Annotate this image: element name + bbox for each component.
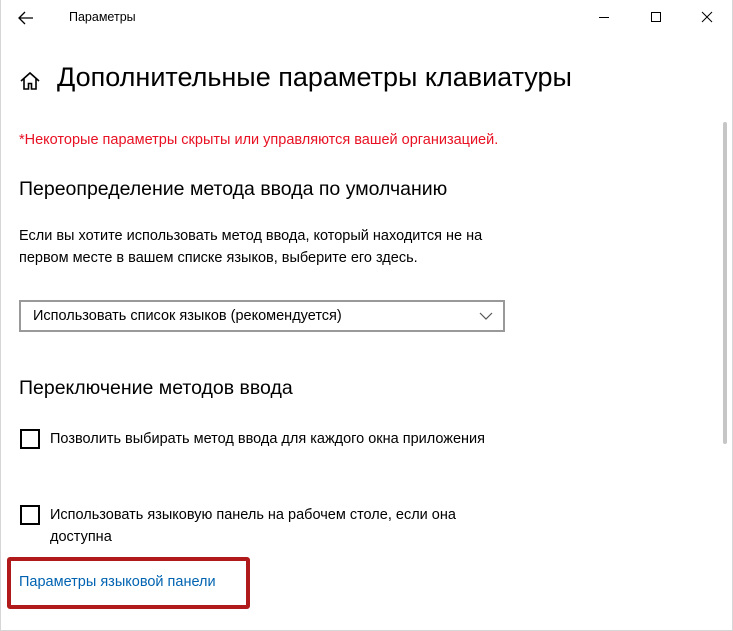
per-app-input-checkbox[interactable] — [20, 429, 40, 449]
language-bar-settings-link[interactable]: Параметры языковой панели — [19, 574, 216, 590]
close-button[interactable] — [684, 0, 730, 34]
settings-window: Параметры Дополнительные параметры клави… — [0, 0, 733, 631]
home-icon[interactable] — [19, 70, 41, 92]
window-title: Параметры — [69, 10, 136, 24]
language-bar-label[interactable]: Использовать языковую панель на рабочем … — [50, 504, 520, 548]
title-bar: Параметры — [1, 0, 733, 36]
override-description: Если вы хотите использовать метод ввода,… — [19, 228, 483, 266]
chevron-down-icon — [479, 312, 493, 320]
page-title: Дополнительные параметры клавиатуры — [57, 62, 572, 92]
close-icon — [701, 11, 713, 23]
maximize-button[interactable] — [633, 0, 679, 34]
language-bar-checkbox[interactable] — [20, 505, 40, 525]
organization-notice: *Некоторые параметры скрыты или управляю… — [19, 132, 499, 148]
input-method-dropdown[interactable]: Использовать список языков (рекомендуетс… — [19, 300, 505, 332]
scrollbar[interactable] — [723, 122, 727, 444]
override-section-title: Переопределение метода ввода по умолчани… — [19, 178, 448, 200]
maximize-icon — [651, 12, 661, 22]
dropdown-selected-value: Использовать список языков (рекомендуетс… — [33, 308, 342, 324]
minimize-button[interactable] — [581, 0, 627, 34]
back-arrow-icon — [18, 11, 33, 25]
per-app-input-label[interactable]: Позволить выбирать метод ввода для каждо… — [50, 428, 520, 450]
minimize-icon — [599, 17, 609, 18]
switching-section-title: Переключение методов ввода — [19, 377, 293, 399]
back-button[interactable] — [9, 2, 43, 34]
